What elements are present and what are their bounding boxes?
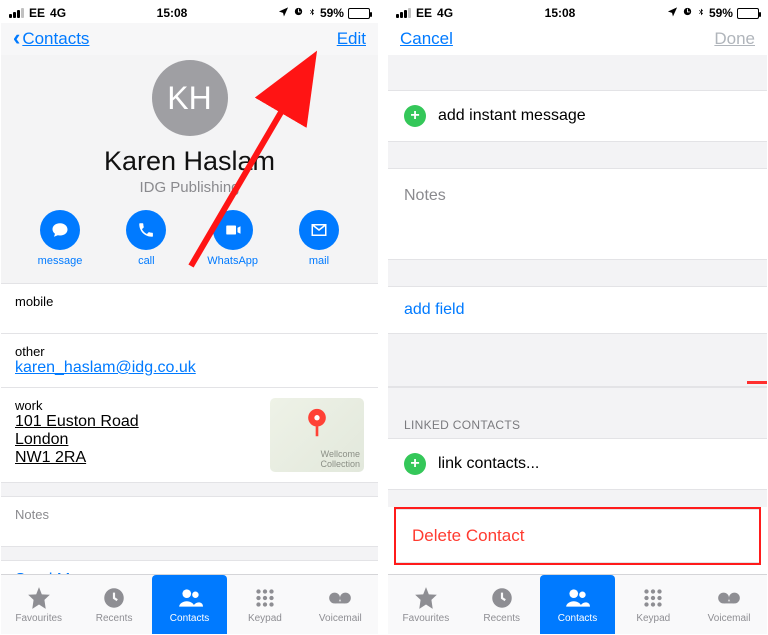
voicemail-icon — [327, 585, 353, 611]
back-label: Contacts — [22, 29, 89, 49]
call-button[interactable]: call — [111, 210, 181, 267]
nav-bar: ‹ Contacts Edit — [1, 23, 378, 55]
link-contacts-label: link contacts... — [438, 455, 539, 473]
tab-bar: Favourites Recents Contacts Keypad Voice… — [1, 574, 378, 634]
plus-icon: + — [404, 453, 426, 475]
delete-contact-label: Delete Contact — [412, 526, 524, 545]
annotation-fragment — [747, 381, 767, 384]
status-time: 15:08 — [545, 6, 576, 20]
alarm-icon — [682, 6, 693, 20]
mail-label: mail — [284, 255, 354, 267]
mobile-row[interactable]: mobile — [1, 283, 378, 333]
clock-icon — [101, 585, 127, 611]
tab-voicemail[interactable]: Voicemail — [303, 575, 378, 634]
location-icon — [667, 6, 678, 20]
contact-name: Karen Haslam — [1, 146, 378, 177]
bluetooth-icon — [308, 6, 316, 21]
signal-icon — [396, 8, 411, 18]
bluetooth-icon — [697, 6, 705, 21]
keypad-icon — [640, 585, 666, 611]
message-label: message — [25, 255, 95, 267]
battery-icon — [348, 8, 370, 19]
alarm-icon — [293, 6, 304, 20]
screenshot-left: EE 4G 15:08 59% ‹ Contacts Edit KH Karen — [0, 0, 381, 635]
avatar: KH — [152, 60, 228, 136]
battery-pct: 59% — [320, 6, 344, 20]
mail-button[interactable]: mail — [284, 210, 354, 267]
status-bar: EE 4G 15:08 59% — [388, 1, 767, 23]
tab-keypad[interactable]: Keypad — [227, 575, 302, 634]
status-time: 15:08 — [157, 6, 188, 20]
contact-header: KH Karen Haslam IDG Publishing message c… — [1, 55, 378, 283]
notes-label: Notes — [15, 507, 364, 522]
notes-label: Notes — [404, 187, 446, 205]
clock-icon — [489, 585, 515, 611]
address-line1: 101 Euston Road — [15, 413, 139, 431]
address-city: London — [15, 431, 139, 449]
other-label: other — [15, 344, 364, 359]
cancel-button[interactable]: Cancel — [400, 29, 453, 49]
tab-contacts[interactable]: Contacts — [152, 575, 227, 634]
email-link[interactable]: karen_haslam@idg.co.uk — [15, 359, 196, 376]
add-im-label: add instant message — [438, 107, 586, 125]
tab-contacts[interactable]: Contacts — [540, 575, 616, 634]
add-field-row[interactable]: add field — [388, 287, 767, 333]
mobile-label: mobile — [15, 294, 364, 309]
star-icon — [26, 585, 52, 611]
message-button[interactable]: message — [25, 210, 95, 267]
notes-row[interactable]: Notes — [1, 496, 378, 546]
map-thumbnail[interactable]: WellcomeCollection — [270, 398, 364, 472]
network-label: 4G — [50, 6, 66, 20]
keypad-icon — [252, 585, 278, 611]
whatsapp-label: WhatsApp — [198, 255, 268, 267]
add-instant-message-row[interactable]: + add instant message — [388, 91, 767, 141]
battery-pct: 59% — [709, 6, 733, 20]
email-row[interactable]: other karen_haslam@idg.co.uk — [1, 333, 378, 387]
edit-button[interactable]: Edit — [337, 29, 366, 49]
tab-favourites[interactable]: Favourites — [388, 575, 464, 634]
video-icon — [224, 221, 242, 239]
tab-recents[interactable]: Recents — [76, 575, 151, 634]
phone-icon — [137, 221, 155, 239]
add-field-label: add field — [404, 301, 465, 319]
whatsapp-button[interactable]: WhatsApp — [198, 210, 268, 267]
done-button[interactable]: Done — [714, 29, 755, 49]
address-row[interactable]: work 101 Euston Road London NW1 2RA Well… — [1, 387, 378, 482]
voicemail-icon — [716, 585, 742, 611]
signal-icon — [9, 8, 24, 18]
nav-bar: Cancel Done — [388, 23, 767, 55]
battery-icon — [737, 8, 759, 19]
back-button[interactable]: ‹ Contacts — [13, 29, 89, 49]
work-label: work — [15, 398, 139, 413]
location-icon — [278, 6, 289, 20]
tab-voicemail[interactable]: Voicemail — [691, 575, 767, 634]
contact-company: IDG Publishing — [1, 179, 378, 196]
carrier-label: EE — [29, 6, 45, 20]
tab-recents[interactable]: Recents — [464, 575, 540, 634]
delete-contact-row[interactable]: Delete Contact — [396, 509, 759, 563]
status-bar: EE 4G 15:08 59% — [1, 1, 378, 23]
network-label: 4G — [437, 6, 453, 20]
contacts-icon — [564, 585, 590, 611]
delete-contact-highlight: Delete Contact — [394, 507, 761, 565]
linked-contacts-title: LINKED CONTACTS — [388, 387, 767, 438]
tab-bar: Favourites Recents Contacts Keypad Voice… — [388, 574, 767, 634]
tab-keypad[interactable]: Keypad — [615, 575, 691, 634]
contacts-icon — [177, 585, 203, 611]
link-contacts-row[interactable]: + link contacts... — [388, 438, 767, 489]
mail-icon — [310, 221, 328, 239]
carrier-label: EE — [416, 6, 432, 20]
address-post: NW1 2RA — [15, 449, 139, 467]
star-icon — [413, 585, 439, 611]
message-icon — [51, 221, 69, 239]
call-label: call — [111, 255, 181, 267]
screenshot-right: EE 4G 15:08 59% Cancel Done + add instan… — [387, 0, 768, 635]
plus-icon: + — [404, 105, 426, 127]
notes-row[interactable]: Notes — [388, 169, 767, 259]
map-pin-icon — [306, 408, 328, 438]
tab-favourites[interactable]: Favourites — [1, 575, 76, 634]
